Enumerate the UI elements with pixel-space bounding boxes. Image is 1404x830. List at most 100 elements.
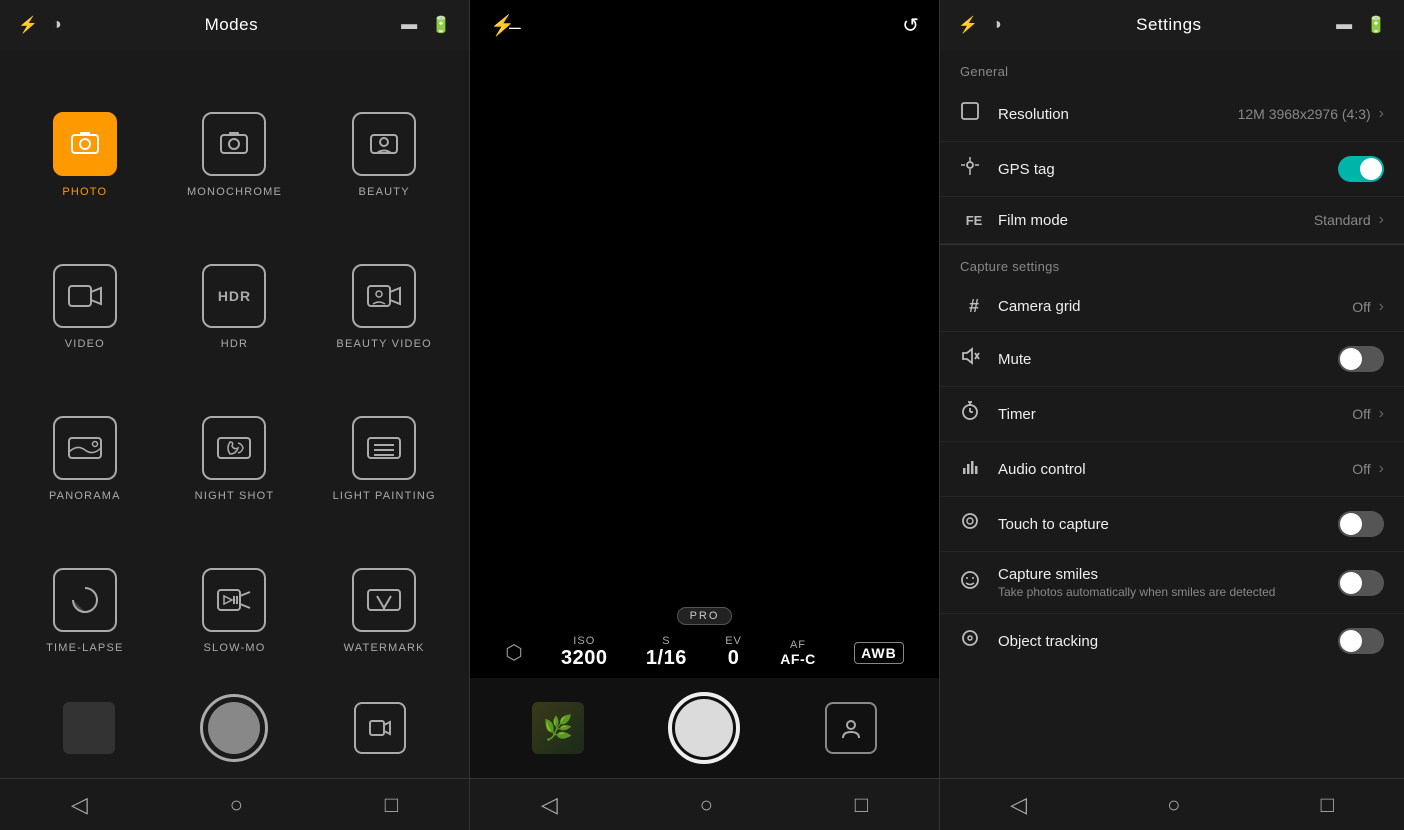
camera-panel: ⚡̶ ↺ PRO ⬡ ISO 3200 S 1/16 EV 0 AF AF-C … <box>470 0 940 830</box>
touch-to-capture-row[interactable]: Touch to capture <box>940 497 1404 552</box>
mode-video[interactable]: VIDEO <box>10 212 160 364</box>
awb-badge[interactable]: AWB <box>854 642 904 664</box>
back-btn-right[interactable]: ◁ <box>1010 792 1027 818</box>
smiles-toggle[interactable] <box>1338 570 1384 596</box>
mode-hdr[interactable]: HDR HDR <box>160 212 310 364</box>
gps-toggle-thumb <box>1360 158 1382 180</box>
audio-control-row[interactable]: Audio control Off › <box>940 442 1404 497</box>
mode-night-shot[interactable]: NIGHT SHOT <box>160 364 310 516</box>
camera-viewfinder[interactable] <box>470 50 939 601</box>
camera-bottom-controls <box>0 678 469 778</box>
home-btn-right[interactable]: ○ <box>1167 792 1180 818</box>
modes-panel: ⚡ ◑ Modes ▬ 🔋 PHOTO <box>0 0 470 830</box>
rotate-icon[interactable]: ↺ <box>902 13 919 38</box>
camera-grid-row[interactable]: # Camera grid Off › <box>940 282 1404 332</box>
time-lapse-label: TIME-LAPSE <box>46 642 123 654</box>
resolution-label: Resolution <box>998 106 1238 123</box>
home-btn-left[interactable]: ○ <box>230 792 243 818</box>
panorama-icon-box <box>53 416 117 480</box>
mode-beauty-video[interactable]: BEAUTY VIDEO <box>309 212 459 364</box>
mode-panorama[interactable]: PANORAMA <box>10 364 160 516</box>
film-mode-chevron: › <box>1379 211 1384 229</box>
touch-capture-toggle-thumb <box>1340 513 1362 535</box>
hdr-icon[interactable]: ◑ <box>52 16 62 34</box>
iso-setting[interactable]: ISO 3200 <box>561 635 608 670</box>
mute-icon <box>960 346 988 372</box>
recents-btn-left[interactable]: □ <box>385 792 398 818</box>
slow-mo-label: SLOW-MO <box>204 642 266 654</box>
photo-label: PHOTO <box>62 186 107 198</box>
iso-value: 3200 <box>561 647 608 670</box>
cam-shutter-button[interactable] <box>668 692 740 764</box>
resolution-chevron: › <box>1379 105 1384 123</box>
recents-btn-right[interactable]: □ <box>1321 792 1334 818</box>
af-label: AF <box>790 639 806 651</box>
settings-top-left-icons: ⚡ ◑ <box>958 15 1002 35</box>
touch-capture-toggle[interactable] <box>1338 511 1384 537</box>
pro-badge-area: PRO <box>470 601 939 629</box>
capture-smiles-row[interactable]: Capture smiles Take photos automatically… <box>940 552 1404 614</box>
mode-watermark[interactable]: WATERMARK <box>309 516 459 668</box>
object-tracking-row[interactable]: Object tracking <box>940 614 1404 668</box>
toggle-icon[interactable]: ▬ <box>401 16 417 34</box>
audio-control-icon <box>960 456 988 482</box>
gps-toggle[interactable] <box>1338 156 1384 182</box>
mode-beauty[interactable]: BEAUTY <box>309 60 459 212</box>
back-btn-mid[interactable]: ◁ <box>541 792 558 818</box>
object-tracking-label: Object tracking <box>998 633 1338 650</box>
monochrome-icon-box <box>202 112 266 176</box>
shutter-setting[interactable]: S 1/16 <box>646 635 687 670</box>
mute-toggle-thumb <box>1340 348 1362 370</box>
mute-row[interactable]: Mute <box>940 332 1404 387</box>
monochrome-icon <box>219 129 249 159</box>
timer-row[interactable]: Timer Off › <box>940 387 1404 442</box>
mode-switch-icon[interactable]: ⬡ <box>505 640 522 665</box>
mode-time-lapse[interactable]: TIME-LAPSE <box>10 516 160 668</box>
camera-settings-row: ⬡ ISO 3200 S 1/16 EV 0 AF AF-C AWB <box>470 629 939 678</box>
flash-icon[interactable]: ⚡ <box>18 15 38 35</box>
flash-off-icon[interactable]: ⚡̶ <box>490 13 515 38</box>
film-mode-label: Film mode <box>998 212 1314 229</box>
smiles-label: Capture smiles Take photos automatically… <box>998 566 1338 599</box>
film-mode-icon: FE <box>960 213 988 228</box>
cam-portrait-btn[interactable] <box>825 702 877 754</box>
home-btn-mid[interactable]: ○ <box>700 792 713 818</box>
mode-slow-mo[interactable]: SLOW-MO <box>160 516 310 668</box>
beauty-video-label: BEAUTY VIDEO <box>336 338 432 350</box>
panorama-label: PANORAMA <box>49 490 121 502</box>
back-btn-left[interactable]: ◁ <box>71 792 88 818</box>
grid-icon: # <box>960 296 988 317</box>
ev-value: 0 <box>728 647 740 670</box>
mute-toggle[interactable] <box>1338 346 1384 372</box>
light-painting-label: LIGHT PAINTING <box>333 490 436 502</box>
mode-photo[interactable]: PHOTO <box>10 60 160 212</box>
camera-grid-chevron: › <box>1379 298 1384 316</box>
beauty-icon <box>369 129 399 159</box>
hdr-icon-box: HDR <box>202 264 266 328</box>
modes-grid: PHOTO MONOCHROME BEAUTY <box>0 50 469 678</box>
gps-row[interactable]: GPS tag <box>940 142 1404 197</box>
s-value: 1/16 <box>646 647 687 670</box>
object-tracking-toggle-thumb <box>1340 630 1362 652</box>
ev-setting[interactable]: EV 0 <box>725 635 742 670</box>
settings-top-bar: ⚡ ◑ Settings ▬ 🔋 <box>940 0 1404 50</box>
settings-toggle-icon[interactable]: ▬ <box>1336 16 1352 34</box>
right-bottom-nav: ◁ ○ □ <box>940 778 1404 830</box>
resolution-row[interactable]: Resolution 12M 3968x2976 (4:3) › <box>940 87 1404 142</box>
film-mode-row[interactable]: FE Film mode Standard › <box>940 197 1404 244</box>
object-tracking-toggle[interactable] <box>1338 628 1384 654</box>
smiles-sublabel: Take photos automatically when smiles ar… <box>998 585 1338 599</box>
settings-flash-icon[interactable]: ⚡ <box>958 15 978 35</box>
mode-monochrome[interactable]: MONOCHROME <box>160 60 310 212</box>
settings-top-right-icons: ▬ 🔋 <box>1336 15 1386 35</box>
settings-hdr-icon[interactable]: ◑ <box>992 16 1002 34</box>
gallery-thumb-left[interactable] <box>63 702 115 754</box>
recents-btn-mid[interactable]: □ <box>855 792 868 818</box>
video-mode-btn[interactable] <box>354 702 406 754</box>
gallery-thumbnail[interactable]: 🌿 <box>532 702 584 754</box>
shutter-button[interactable] <box>200 694 268 762</box>
mode-light-painting[interactable]: LIGHT PAINTING <box>309 364 459 516</box>
video-btn-icon <box>369 719 391 737</box>
af-setting[interactable]: AF AF-C <box>780 639 815 667</box>
resolution-icon <box>960 101 988 127</box>
